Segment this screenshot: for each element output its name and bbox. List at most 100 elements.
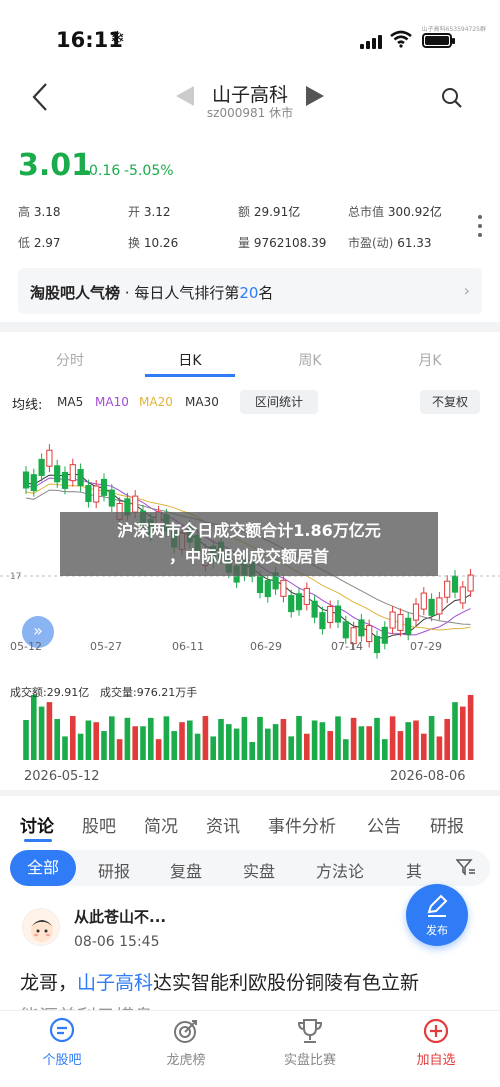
volume-bar <box>405 722 411 760</box>
price-change-pct: -5.05% <box>124 163 174 179</box>
tab-event-analysis[interactable]: 事件分析 <box>268 812 336 837</box>
volume-bar <box>132 726 138 760</box>
volume-bar <box>272 724 279 760</box>
chart-tabs: 分时 日K 周K 月K <box>0 340 500 380</box>
next-stock-icon[interactable] <box>304 84 326 108</box>
volume-bar <box>296 716 302 760</box>
nav-add-watchlist[interactable]: 加自选 <box>396 1015 476 1075</box>
status-bar: 16:11 ❄ 山子高科653594725群 <box>0 0 500 72</box>
stock-header: 山子高科 sz000981 休市 <box>0 72 500 128</box>
filter-method[interactable]: 方法论 <box>316 858 364 882</box>
x-label-4: 07-14 <box>331 640 363 653</box>
trophy-icon <box>297 1019 323 1043</box>
volume-bar <box>171 731 177 760</box>
avatar[interactable] <box>22 908 60 946</box>
x-label-1: 05-27 <box>90 640 122 653</box>
candle-body <box>389 611 396 629</box>
volume-bar <box>327 731 333 760</box>
volume-bar <box>343 739 349 760</box>
filter-all[interactable]: 全部 <box>10 850 76 886</box>
post-author[interactable]: 从此苍山不... <box>74 906 166 927</box>
ma5-label: MA5 <box>57 395 84 409</box>
candle-body <box>22 471 30 489</box>
volume-bar <box>70 716 76 760</box>
candle-body <box>366 625 373 643</box>
quote-low: 低 2.97 <box>18 236 61 250</box>
candle-body <box>397 613 404 631</box>
volume-bar <box>452 702 458 760</box>
volume-bar <box>38 706 45 760</box>
volume-bar <box>93 722 99 760</box>
candle-body <box>412 603 420 621</box>
more-vertical-icon[interactable] <box>476 214 484 238</box>
x-label-0: 05-12 <box>10 640 42 653</box>
quote-volume: 量 9762108.39 <box>238 236 327 250</box>
volume-bar <box>350 717 357 760</box>
stock-link[interactable]: 山子高科 <box>77 972 153 994</box>
tab-profile[interactable]: 简况 <box>144 812 178 837</box>
search-icon[interactable] <box>440 86 464 110</box>
popularity-rank-bar[interactable]: 淘股吧人气榜 · 每日人气排行第20名 › <box>18 268 482 314</box>
candle-body <box>451 575 459 593</box>
section-divider <box>0 790 500 796</box>
candlestick-chart[interactable]: 17 <box>0 425 500 785</box>
nav-competition[interactable]: 实盘比赛 <box>270 1015 350 1075</box>
price-marker-label: 17 <box>10 572 21 582</box>
volume-bar <box>124 717 131 760</box>
adjust-button[interactable]: 不复权 <box>420 390 480 414</box>
rank-label: 淘股吧人气榜 <box>30 284 121 302</box>
tab-weekly-k[interactable]: 周K <box>280 350 340 370</box>
filter-research[interactable]: 研报 <box>98 858 130 882</box>
tab-daily-k[interactable]: 日K <box>160 350 220 370</box>
filter-icon[interactable] <box>456 859 476 877</box>
wifi-icon <box>390 30 412 48</box>
candle-body <box>459 586 466 604</box>
nav-stock-forum[interactable]: 个股吧 <box>22 1015 102 1075</box>
tab-forum[interactable]: 股吧 <box>82 812 116 837</box>
volume-bar <box>155 739 162 760</box>
pencil-icon <box>427 894 448 917</box>
volume-bar <box>413 720 419 760</box>
candle-body <box>444 580 451 598</box>
post-text[interactable]: 龙哥，山子高科达实智能利欧股份铜陵有色立新 <box>20 968 419 995</box>
tab-monthly-k[interactable]: 月K <box>400 350 460 370</box>
volume-bar <box>304 733 310 760</box>
volume-bar <box>116 739 123 760</box>
post-time: 08-06 15:45 <box>74 934 160 950</box>
volume-bar <box>460 706 466 760</box>
candle-body <box>334 605 342 623</box>
candle-body <box>256 576 264 594</box>
volume-amount-label: 成交额:29.91亿 <box>10 686 90 699</box>
rank-number: 20 <box>239 284 259 302</box>
filter-other[interactable]: 其 <box>406 858 422 882</box>
volume-bar <box>288 736 294 760</box>
tab-reports[interactable]: 研报 <box>430 812 464 837</box>
publish-button[interactable]: 发布 <box>406 884 468 946</box>
volume-bar <box>444 719 450 760</box>
tab-announcements[interactable]: 公告 <box>367 812 401 837</box>
range-stats-button[interactable]: 区间统计 <box>240 390 318 414</box>
watermark: 山子高科653594725群 <box>421 26 486 33</box>
candle-body <box>288 595 295 613</box>
snowflake-icon: ❄ <box>110 28 126 49</box>
candle-body <box>54 465 61 483</box>
volume-bar <box>140 726 146 760</box>
nav-dragon-tiger[interactable]: 龙虎榜 <box>146 1015 226 1075</box>
tab-indicator <box>145 374 235 377</box>
stock-code: sz000981 休市 <box>206 106 294 120</box>
volume-bar <box>194 733 201 760</box>
candle-body <box>327 605 334 623</box>
filter-review[interactable]: 复盘 <box>170 858 202 882</box>
filter-live[interactable]: 实盘 <box>243 858 275 882</box>
candle-body <box>69 464 76 482</box>
candle-body <box>280 579 287 597</box>
tab-discuss[interactable]: 讨论 <box>20 812 54 837</box>
candle-body <box>381 626 388 644</box>
news-banner[interactable]: 沪深两市今日成交额合计1.86万亿元 ，中际旭创成交额居首 <box>60 512 438 576</box>
candle-body <box>38 458 45 476</box>
volume-bar <box>280 719 287 760</box>
candle-body <box>436 597 443 615</box>
tab-news[interactable]: 资讯 <box>206 812 240 837</box>
candle-body <box>342 621 349 639</box>
tab-intraday[interactable]: 分时 <box>40 350 100 370</box>
